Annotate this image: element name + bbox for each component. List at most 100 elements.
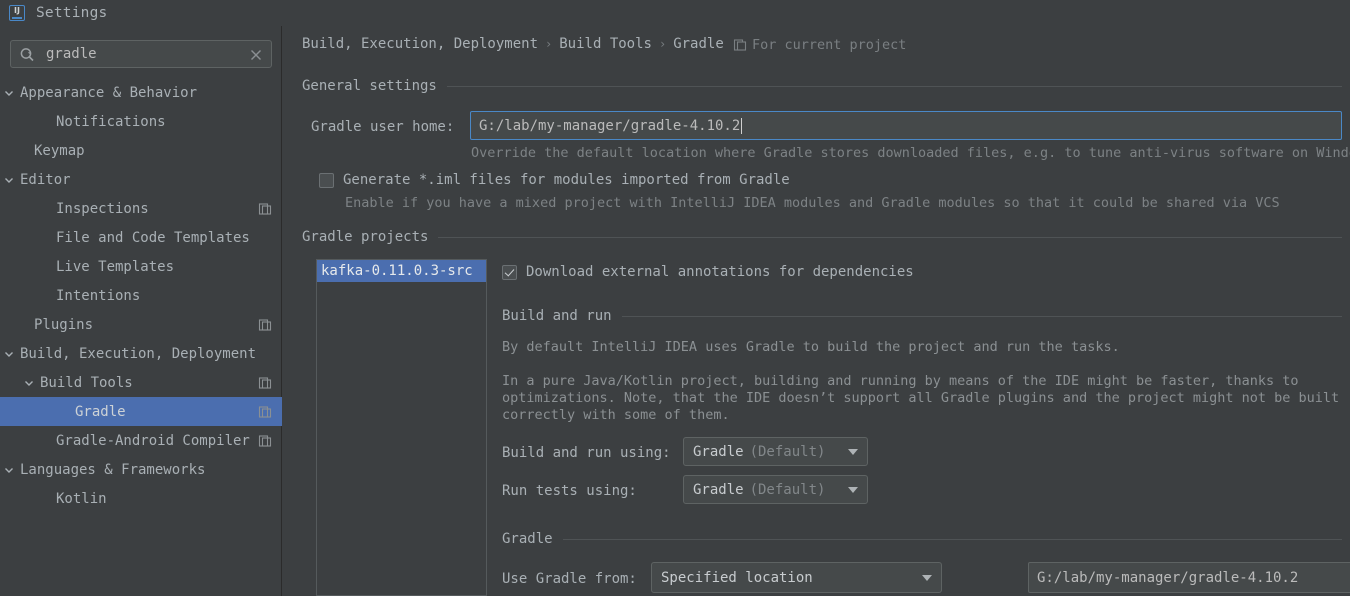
sidebar-item-label: Build Tools	[40, 374, 133, 391]
sidebar-item-label: Kotlin	[56, 490, 107, 507]
title-bar: IJ Settings	[0, 0, 1350, 26]
run-tests-using-suffix: (Default)	[749, 481, 826, 498]
settings-tree: Appearance & Behavior Notifications Keymap…	[0, 78, 282, 513]
generate-iml-label: Generate *.iml files for modules importe…	[343, 172, 790, 188]
chevron-down-icon[interactable]	[3, 348, 15, 360]
gradle-location-value: G:/lab/my-manager/gradle-4.10.2	[1037, 569, 1299, 586]
chevron-down-icon[interactable]	[3, 174, 15, 186]
breadcrumb: Build, Execution, Deployment › Build Too…	[302, 36, 724, 52]
breadcrumb-separator: ›	[545, 37, 553, 51]
build-and-run-using-dropdown[interactable]: Gradle (Default)	[683, 437, 868, 466]
project-scope-icon	[258, 434, 272, 448]
chevron-down-icon[interactable]	[23, 377, 35, 389]
scope-badge: For current project	[733, 37, 906, 53]
project-scope-icon	[733, 38, 747, 52]
scope-badge-label: For current project	[752, 37, 907, 53]
sidebar-item-editor[interactable]: Editor	[0, 165, 282, 194]
gradle-location-input[interactable]: G:/lab/my-manager/gradle-4.10.2	[1028, 562, 1350, 593]
section-gradle: Gradle	[502, 531, 1342, 547]
section-divider	[562, 538, 1342, 540]
build-and-run-paragraph-2-line-2: optimizations. Note, that the IDE doesn’…	[502, 390, 1340, 406]
sidebar-item-label: Notifications	[56, 113, 166, 130]
build-and-run-using-label: Build and run using:	[502, 445, 671, 461]
generate-iml-checkbox-row[interactable]: Generate *.iml files for modules importe…	[319, 172, 790, 188]
settings-sidebar: gradle Appearance & Behavior Notification…	[0, 26, 282, 596]
project-scope-icon	[258, 376, 272, 390]
section-title: Build and run	[502, 308, 612, 324]
run-tests-using-dropdown[interactable]: Gradle (Default)	[683, 475, 868, 504]
section-build-and-run: Build and run	[502, 308, 1342, 324]
build-and-run-using-value: Gradle	[693, 443, 744, 460]
section-title: Gradle projects	[302, 229, 429, 245]
sidebar-item-intentions[interactable]: Intentions	[0, 281, 282, 310]
sidebar-item-live-templates[interactable]: Live Templates	[0, 252, 282, 281]
generate-iml-checkbox[interactable]	[319, 172, 334, 188]
sidebar-item-build-execution-deployment[interactable]: Build, Execution, Deployment	[0, 339, 282, 368]
sidebar-item-label: Plugins	[34, 316, 94, 333]
section-divider	[438, 236, 1342, 238]
intellij-idea-logo-icon: IJ	[9, 5, 25, 21]
sidebar-item-label: Gradle-Android Compiler	[56, 432, 250, 449]
build-and-run-paragraph-2-line-3: correctly with some of them.	[502, 407, 730, 423]
search-field[interactable]: gradle	[10, 40, 272, 68]
run-tests-using-label: Run tests using:	[502, 483, 637, 499]
close-icon[interactable]	[249, 47, 263, 61]
run-tests-using-value: Gradle	[693, 481, 744, 498]
gradle-project-item[interactable]: kafka-0.11.0.3-src	[317, 260, 486, 282]
section-divider	[446, 85, 1342, 87]
sidebar-item-gradle-android-compiler[interactable]: Gradle-Android Compiler	[0, 426, 282, 455]
breadcrumb-item-0[interactable]: Build, Execution, Deployment	[302, 36, 538, 52]
build-and-run-paragraph-1: By default IntelliJ IDEA uses Gradle to …	[502, 339, 1120, 355]
section-general-settings: General settings	[302, 78, 1342, 94]
search-icon[interactable]	[19, 46, 37, 64]
sidebar-item-label: File and Code Templates	[56, 229, 250, 246]
generate-iml-hint: Enable if you have a mixed project with …	[345, 195, 1280, 211]
use-gradle-from-value: Specified location	[661, 569, 813, 586]
sidebar-item-label: Editor	[20, 171, 71, 188]
sidebar-item-label: Gradle	[75, 403, 126, 420]
gradle-user-home-value: G:/lab/my-manager/gradle-4.10.2	[479, 117, 741, 134]
chevron-down-icon[interactable]	[848, 448, 858, 455]
sidebar-item-gradle[interactable]: Gradle	[0, 397, 282, 426]
window-title: Settings	[36, 5, 108, 21]
gradle-user-home-label: Gradle user home:	[311, 119, 455, 135]
chevron-down-icon[interactable]	[3, 87, 15, 99]
sidebar-item-kotlin[interactable]: Kotlin	[0, 484, 282, 513]
sidebar-item-label: Live Templates	[56, 258, 175, 275]
gradle-user-home-hint: Override the default location where Grad…	[471, 145, 1350, 161]
search-input[interactable]: gradle	[46, 41, 97, 67]
use-gradle-from-dropdown[interactable]: Specified location	[651, 562, 942, 593]
gradle-projects-list[interactable]: kafka-0.11.0.3-src	[316, 259, 487, 596]
sidebar-item-inspections[interactable]: Inspections	[0, 194, 282, 223]
build-and-run-paragraph-2-line-1: In a pure Java/Kotlin project, building …	[502, 373, 1299, 389]
chevron-down-icon[interactable]	[922, 574, 932, 581]
sidebar-item-appearance-behavior[interactable]: Appearance & Behavior	[0, 78, 282, 107]
breadcrumb-item-1[interactable]: Build Tools	[559, 36, 652, 52]
sidebar-item-label: Intentions	[56, 287, 141, 304]
download-annotations-label: Download external annotations for depend…	[526, 264, 914, 280]
sidebar-item-languages-frameworks[interactable]: Languages & Frameworks	[0, 455, 282, 484]
sidebar-item-notifications[interactable]: Notifications	[0, 107, 282, 136]
sidebar-item-label: Inspections	[56, 200, 149, 217]
chevron-down-icon[interactable]	[848, 486, 858, 493]
gradle-user-home-input[interactable]: G:/lab/my-manager/gradle-4.10.2	[470, 111, 1342, 140]
sidebar-item-build-tools[interactable]: Build Tools	[0, 368, 282, 397]
project-scope-icon	[258, 318, 272, 332]
sidebar-item-label: Build, Execution, Deployment	[20, 345, 257, 362]
gradle-projects-items: kafka-0.11.0.3-src	[317, 260, 486, 282]
sidebar-item-label: Keymap	[34, 142, 85, 159]
sidebar-item-label: Languages & Frameworks	[20, 461, 206, 478]
sidebar-item-keymap[interactable]: Keymap	[0, 136, 282, 165]
sidebar-item-file-and-code-templates[interactable]: File and Code Templates	[0, 223, 282, 252]
download-annotations-checkbox-row[interactable]: Download external annotations for depend…	[502, 264, 914, 280]
breadcrumb-separator: ›	[658, 37, 667, 51]
breadcrumb-item-2[interactable]: Gradle	[673, 36, 724, 52]
sidebar-item-plugins[interactable]: Plugins	[0, 310, 282, 339]
build-and-run-using-suffix: (Default)	[749, 443, 826, 460]
chevron-down-icon[interactable]	[3, 464, 15, 476]
text-caret	[741, 117, 743, 134]
settings-dialog: IJ Settings gradle Appearance & Behavior…	[0, 0, 1350, 596]
section-gradle-projects: Gradle projects	[302, 229, 1342, 245]
sidebar-item-label: Appearance & Behavior	[20, 84, 198, 101]
download-annotations-checkbox[interactable]	[502, 264, 517, 280]
